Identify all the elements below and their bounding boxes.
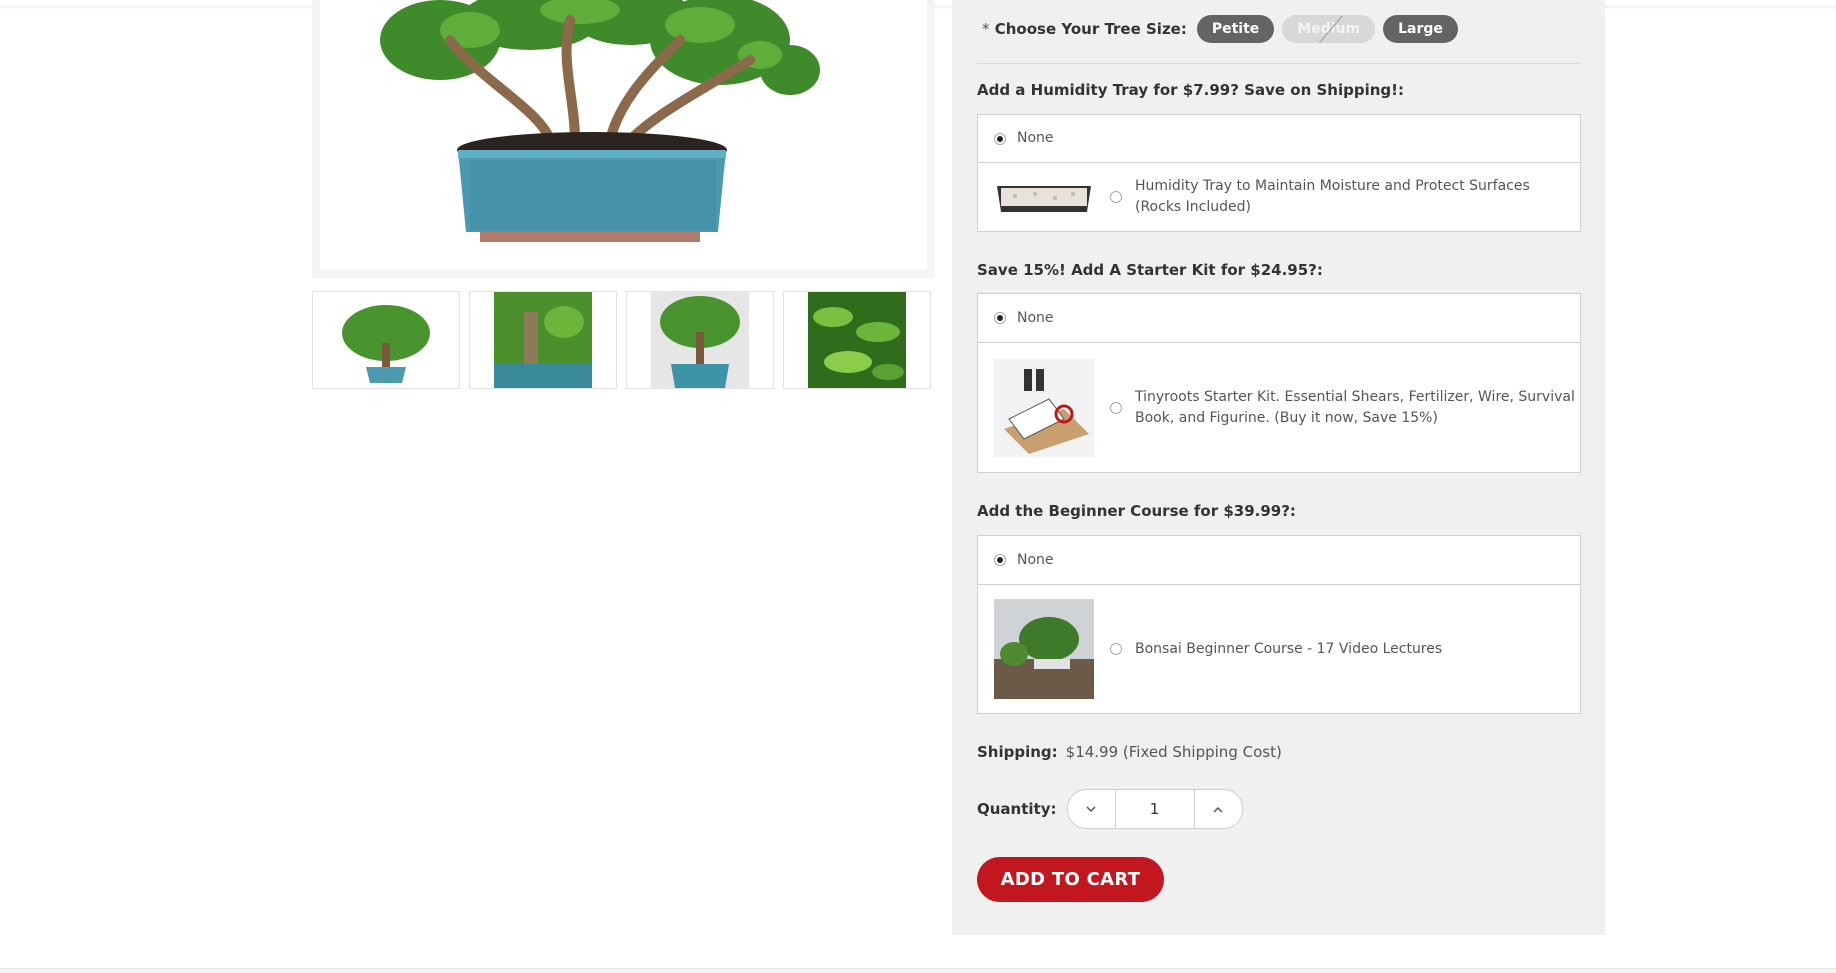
course-image [994,599,1094,699]
course-label: Bonsai Beginner Course - 17 Video Lectur… [1135,640,1443,657]
humidity-tray-none-label: None [1017,130,1054,146]
humidity-tray-option[interactable]: Humidity Tray to Maintain Moisture and P… [978,162,1580,231]
quantity-row: Quantity: [977,789,1243,829]
humidity-tray-none-radio[interactable] [994,132,1006,145]
humidity-tray-radio[interactable] [1110,191,1122,203]
course-none-radio[interactable] [994,554,1006,566]
course-title: Add the Beginner Course for $39.99?: [977,502,1296,520]
quantity-input[interactable] [1114,790,1195,828]
humidity-tray-none-option[interactable]: None [978,115,1580,162]
course-options: None Bonsai Beginner Course - 17 Video L… [977,535,1581,714]
thumbnail-image [651,292,749,388]
tree-size-label-text: Choose Your Tree Size: [994,20,1187,38]
humidity-tray-icon [997,186,1091,212]
starter-kit-options: None Tinyroots Starter Kit. Essential Sh… [977,293,1581,473]
quantity-increment-button[interactable] [1195,790,1242,828]
product-image-canvas [320,0,927,270]
starter-kit-image [994,358,1094,457]
bonsai-tree-image [380,0,820,242]
thumbnail-image [808,292,906,388]
course-none-label: None [1017,551,1054,568]
starter-kit-none-radio[interactable] [994,312,1006,324]
quantity-stepper [1066,789,1243,829]
humidity-tray-title: Add a Humidity Tray for $7.99? Save on S… [977,81,1404,99]
size-option-large[interactable]: Large [1383,15,1458,43]
tree-size-label: * Choose Your Tree Size: [982,20,1187,38]
starter-kit-none-label: None [1017,309,1054,326]
humidity-tray-image [994,180,1094,214]
course-radio[interactable] [1110,643,1122,655]
starter-kit-radio[interactable] [1110,401,1122,414]
course-option[interactable]: Bonsai Beginner Course - 17 Video Lectur… [978,584,1580,713]
quantity-decrement-button[interactable] [1068,790,1115,828]
size-option-medium: Medium [1282,15,1376,43]
starter-kit-icon [994,358,1094,457]
shipping-label: Shipping: [977,743,1058,761]
thumbnail-strip [312,291,931,389]
thumbnail-bonsai-full-view[interactable] [312,291,460,389]
add-to-cart-button[interactable]: ADD TO CART [977,857,1164,902]
options-divider [977,63,1581,64]
starter-kit-none-option[interactable]: None [978,294,1580,342]
chevron-down-icon [1086,805,1096,812]
thumbnail-bonsai-trunk-closeup[interactable] [469,291,617,389]
footer-divider [0,968,1836,973]
thumbnail-image [342,305,430,383]
humidity-tray-label: Humidity Tray to Maintain Moisture and P… [1135,178,1530,215]
required-mark: * [982,20,990,38]
course-icon [994,599,1094,699]
quantity-label: Quantity: [977,800,1057,818]
shipping-info: Shipping: $14.99 (Fixed Shipping Cost) [977,743,1282,761]
starter-kit-option[interactable]: Tinyroots Starter Kit. Essential Shears,… [978,342,1580,472]
size-option-petite[interactable]: Petite [1196,15,1275,43]
starter-kit-label: Tinyroots Starter Kit. Essential Shears,… [1135,388,1575,426]
chevron-up-icon [1213,806,1223,813]
shipping-value: $14.99 (Fixed Shipping Cost) [1065,743,1282,761]
course-none-option[interactable]: None [978,536,1580,584]
starter-kit-title: Save 15%! Add A Starter Kit for $24.95?: [977,261,1323,279]
thumbnail-bonsai-front-view[interactable] [626,291,774,389]
humidity-tray-options: None Humidity Tray to Maintain Moisture … [977,114,1581,232]
thumbnail-bonsai-leaves-closeup[interactable] [783,291,931,389]
product-main-image[interactable] [312,0,935,278]
thumbnail-image [494,292,592,388]
tree-size-selector: * Choose Your Tree Size: Petite Medium L… [982,14,1458,44]
